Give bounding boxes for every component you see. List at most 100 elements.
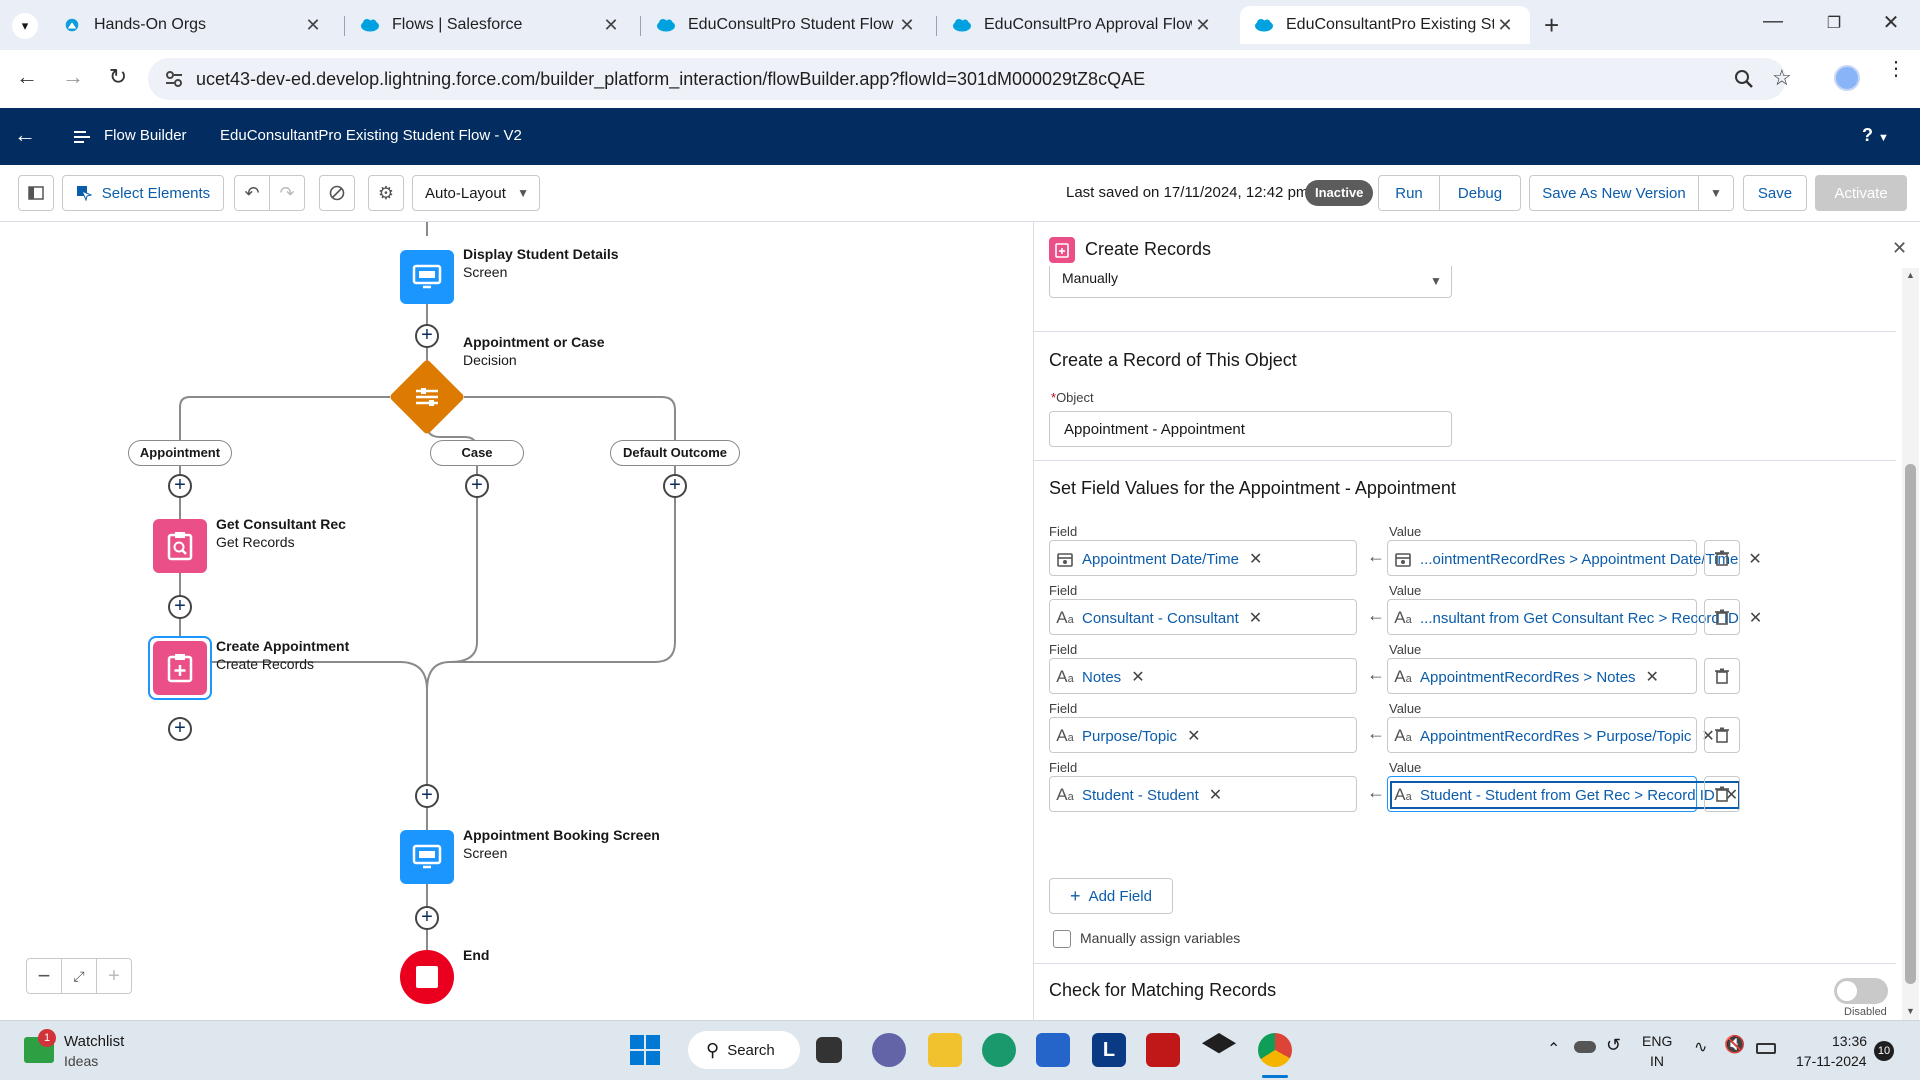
lang-top[interactable]: ENG [1642,1033,1672,1049]
panel-scrollbar[interactable]: ▲ ▼ [1902,268,1919,1020]
help-icon[interactable]: ? ▼ [1862,125,1889,146]
close-icon[interactable]: ✕ [302,15,324,36]
errors-button[interactable] [319,175,355,211]
taskbar-search[interactable]: ⚲ Search [688,1031,800,1069]
wifi-icon[interactable]: ∿ [1694,1037,1707,1057]
value-input[interactable]: ...ointmentRecordRes > Appointment Date/… [1387,540,1762,576]
add-element-button[interactable]: + [415,906,439,930]
get-records-node-icon[interactable] [153,519,207,573]
reload-icon[interactable]: ↻ [103,64,133,90]
outcome-pill[interactable]: Default Outcome [610,440,740,466]
store-icon[interactable] [1036,1033,1070,1067]
bookmark-star-icon[interactable]: ☆ [1772,65,1792,91]
url-bar[interactable]: ucet43-dev-ed.develop.lightning.force.co… [148,58,1792,100]
mcafee-icon[interactable] [1146,1033,1180,1067]
debug-button[interactable]: Debug [1439,175,1521,211]
value-input[interactable]: Aa ...nsultant from Get Consultant Rec >… [1387,599,1762,635]
delete-row-button[interactable] [1704,776,1740,812]
field-pill[interactable]: Aa Student - Student ✕ [1054,783,1222,807]
remove-icon[interactable]: ✕ [1748,549,1761,569]
object-field[interactable]: Appointment - Appointment [1049,411,1452,447]
field-pill[interactable]: Aa Purpose/Topic ✕ [1054,724,1200,748]
remove-icon[interactable]: ✕ [1749,608,1762,628]
field-pill[interactable]: Aa Notes ✕ [1054,665,1144,689]
settings-button[interactable]: ⚙ [368,175,404,211]
clock-time[interactable]: 13:36 [1832,1033,1867,1049]
delete-row-button[interactable] [1704,717,1740,753]
notification-badge[interactable]: 10 [1874,1041,1894,1061]
window-close-icon[interactable]: ✕ [1876,10,1906,35]
value-pill[interactable]: Aa AppointmentRecordRes > Notes ✕ [1392,665,1659,689]
browser-tab[interactable]: Hands-On Orgs ✕ [48,6,338,44]
add-element-button[interactable]: + [168,474,192,498]
url-text[interactable]: ucet43-dev-ed.develop.lightning.force.co… [196,69,1145,90]
profile-avatar[interactable] [1834,65,1860,91]
volume-muted-icon[interactable]: 🔇 [1724,1035,1745,1055]
zoom-icon[interactable] [1734,69,1754,89]
edge-icon[interactable] [982,1033,1016,1067]
remove-icon[interactable]: ✕ [1187,726,1200,746]
chevron-up-icon[interactable]: ⌃ [1547,1039,1560,1059]
tab-search-button[interactable]: ▾ [12,13,38,39]
end-node-icon[interactable] [400,950,454,1004]
back-icon[interactable]: ← [14,122,36,148]
remove-icon[interactable]: ✕ [1249,549,1262,569]
layout-select[interactable]: Auto-Layout ▼ [412,175,540,211]
value-input[interactable]: Aa Student - Student from Get Rec > Reco… [1387,776,1741,812]
close-icon[interactable]: ✕ [896,15,918,36]
screen-node-icon[interactable] [400,250,454,304]
add-element-button[interactable]: + [168,717,192,741]
zoom-in-button[interactable]: + [97,959,131,993]
restore-icon[interactable]: ❐ [1819,13,1849,33]
sync-icon[interactable]: ↺ [1606,1035,1621,1056]
add-element-button[interactable]: + [415,324,439,348]
teams-icon[interactable] [872,1033,906,1067]
value-input[interactable]: Aa AppointmentRecordRes > Purpose/Topic … [1387,717,1715,753]
value-pill[interactable]: Aa AppointmentRecordRes > Purpose/Topic … [1392,724,1715,748]
activate-button[interactable]: Activate [1815,175,1907,211]
remove-icon[interactable]: ✕ [1131,667,1144,687]
remove-icon[interactable]: ✕ [1209,785,1222,805]
back-arrow-icon[interactable]: ← [12,64,42,90]
onedrive-cloud-icon[interactable] [1574,1041,1596,1053]
browser-tab[interactable]: Flows | Salesforce ✕ [346,6,636,44]
close-icon[interactable]: ✕ [1494,15,1516,36]
save-as-new-version-button[interactable]: Save As New Version [1529,175,1699,211]
minimize-icon[interactable]: — [1758,10,1788,33]
field-input[interactable]: Aa Consultant - Consultant ✕ [1049,599,1357,635]
add-element-button[interactable]: + [168,595,192,619]
save-button[interactable]: Save [1743,175,1807,211]
close-icon[interactable]: ✕ [1192,15,1214,36]
undo-button[interactable]: ↶ [234,175,270,211]
browser-tab[interactable]: EduConsultPro Approval Flow - ✕ [938,6,1228,44]
scroll-down-icon[interactable]: ▼ [1906,1006,1915,1016]
browser-tab[interactable]: EduConsultPro Student Flow - V ✕ [642,6,932,44]
field-pill[interactable]: Appointment Date/Time ✕ [1054,547,1262,571]
select-elements-button[interactable]: Select Elements [62,175,224,211]
delete-row-button[interactable] [1704,599,1740,635]
set-values-select[interactable]: Manually ▼ [1049,266,1452,298]
field-input[interactable]: Aa Student - Student ✕ [1049,776,1357,812]
matching-records-toggle[interactable] [1834,978,1888,1004]
close-panel-icon[interactable]: ✕ [1892,238,1907,259]
browser-tab-active[interactable]: EduConsultantPro Existing Stud ✕ [1240,6,1530,44]
value-pill[interactable]: Aa Student - Student from Get Rec > Reco… [1389,781,1741,809]
remove-icon[interactable]: ✕ [1249,608,1262,628]
field-input[interactable]: Appointment Date/Time ✕ [1049,540,1357,576]
file-explorer-icon[interactable] [928,1033,962,1067]
app-l-icon[interactable]: L [1092,1033,1126,1067]
screen-node-icon[interactable] [400,830,454,884]
forward-arrow-icon[interactable]: → [58,64,88,90]
add-element-button[interactable]: + [663,474,687,498]
run-button[interactable]: Run [1378,175,1440,211]
task-view-icon[interactable] [816,1037,842,1063]
value-input[interactable]: Aa AppointmentRecordRes > Notes ✕ [1387,658,1697,694]
flow-canvas[interactable]: Display Student Details Screen + Appoint… [0,222,1033,1020]
field-input[interactable]: Aa Notes ✕ [1049,658,1357,694]
toggle-toolbox-button[interactable] [18,175,54,211]
delete-row-button[interactable] [1704,540,1740,576]
add-element-button[interactable]: + [465,474,489,498]
create-records-node-icon[interactable] [153,641,207,695]
outcome-pill[interactable]: Case [430,440,524,466]
dropbox-icon[interactable] [1202,1033,1236,1054]
